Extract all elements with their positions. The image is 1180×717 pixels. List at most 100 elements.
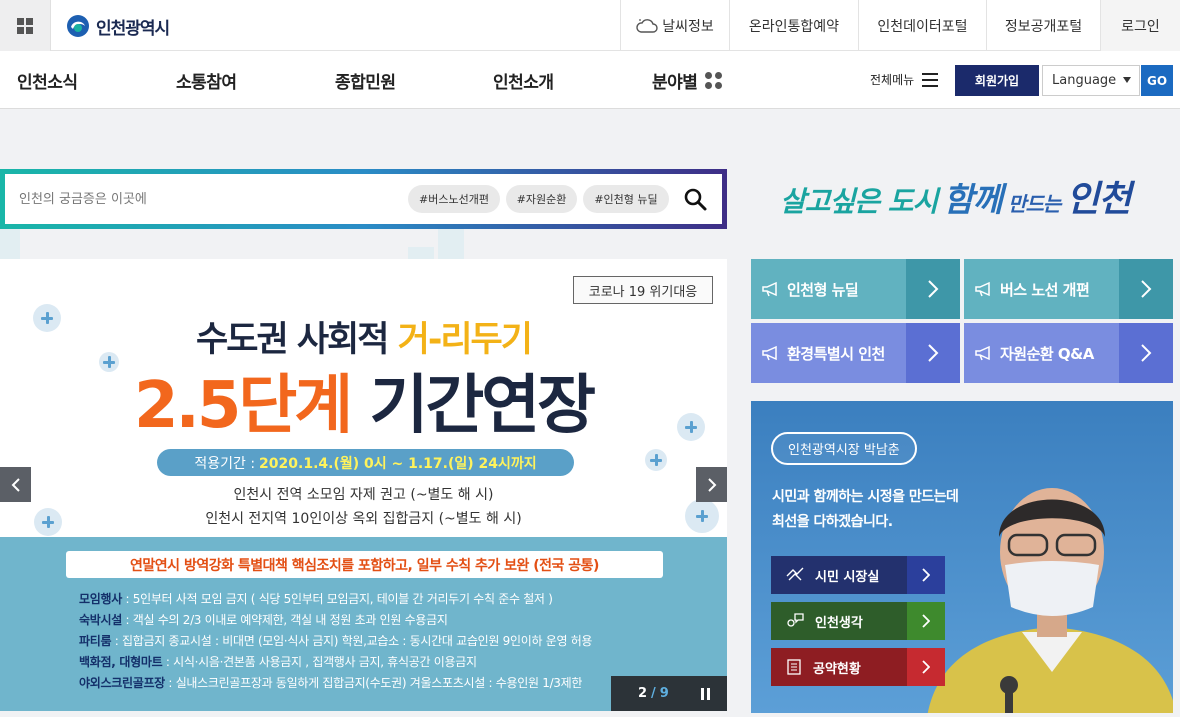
decor-square xyxy=(0,229,20,259)
banner-headline: 연말연시 방역강화 특별대책 핵심조치를 포함하고, 일부 수칙 추가 보완 (… xyxy=(66,551,663,578)
detail-key: 파티룸 xyxy=(79,634,112,648)
period-label: 적용기간 : xyxy=(194,455,256,472)
hamburger-icon xyxy=(922,72,939,87)
gnb-item-about[interactable]: 인천소개 xyxy=(493,51,554,109)
all-menu-label: 전체메뉴 xyxy=(870,73,915,87)
megaphone-icon xyxy=(975,345,990,361)
button-label: 인천생각 xyxy=(771,602,907,640)
megaphone-icon xyxy=(762,281,777,297)
all-menu-button[interactable]: 전체메뉴 xyxy=(870,71,939,88)
city-slogan: 살고싶은 도시 함께 만드는 인천 xyxy=(780,170,1180,230)
button-label: 시민 시장실 xyxy=(771,556,907,594)
incheon-logo-icon xyxy=(67,15,89,37)
detail-text: : 시식·시음·견본품 사용금지 , 집객행사 금지, 휴식공간 이용금지 xyxy=(162,655,477,669)
decor-square xyxy=(408,247,434,259)
decor-square xyxy=(438,229,464,259)
reservation-link[interactable]: 온라인통합예약 xyxy=(729,0,858,51)
corona-response-tag: 코로나 19 위기대응 xyxy=(573,276,713,304)
document-list-icon xyxy=(787,659,801,675)
banner-title-line2: 2.5단계 기간연장 xyxy=(0,354,727,446)
total-slides: 9 xyxy=(659,686,669,701)
detail-key: 모임행사 xyxy=(79,592,122,606)
slogan-part-3: 만드는 xyxy=(1008,192,1061,216)
info-portal-link[interactable]: 정보공개포털 xyxy=(986,0,1100,51)
search-tag-bus[interactable]: #버스노선개편 xyxy=(408,185,500,213)
pause-icon[interactable] xyxy=(700,687,713,700)
language-go-button[interactable]: GO xyxy=(1141,65,1173,96)
quick-link-text: 자원순환 Q&A xyxy=(1000,344,1094,363)
search-box: #버스노선개편 #자원순환 #인천형 뉴딜 xyxy=(5,174,722,224)
search-tag-recycle[interactable]: #자원순환 xyxy=(506,185,577,213)
banner-detail-line: 숙박시설 : 객실 수의 2/3 이내로 예약제한, 객실 내 정원 초과 인원… xyxy=(79,611,448,628)
banner-next-button[interactable] xyxy=(696,467,727,502)
citizen-mayor-office-button[interactable]: 시민 시장실 xyxy=(771,556,945,594)
slogan-part-4: 인천 xyxy=(1066,178,1131,220)
quick-link-text: 버스 노선 개편 xyxy=(1000,280,1090,299)
weather-cloud-icon xyxy=(636,18,658,33)
join-button[interactable]: 회원가입 xyxy=(955,65,1039,96)
gnb-item-participation[interactable]: 소통참여 xyxy=(176,51,237,109)
quick-link-newdeal[interactable]: 인천형 뉴딜 xyxy=(751,259,960,319)
slide-counter: 2 / 9 xyxy=(611,676,727,711)
quick-link-label: 버스 노선 개편 xyxy=(964,259,1119,319)
chevron-right-icon xyxy=(1119,323,1173,383)
login-link[interactable]: 로그인 xyxy=(1100,0,1180,51)
gnb-item-news[interactable]: 인천소식 xyxy=(17,51,78,109)
chevron-right-icon xyxy=(906,259,960,319)
gnb-item-category[interactable]: 분야별 xyxy=(652,51,723,109)
site-grid-button[interactable] xyxy=(0,0,51,51)
slide-separator: / xyxy=(651,686,656,701)
data-portal-link[interactable]: 인천데이터포털 xyxy=(858,0,986,51)
gnb-category-label: 분야별 xyxy=(652,72,698,93)
quick-link-text: 환경특별시 인천 xyxy=(787,344,885,363)
main-navigation: 인천소식 소통참여 종합민원 인천소개 분야별 전체메뉴 회원가입 Langua… xyxy=(0,51,1180,109)
mayor-message-line1: 시민과 함께하는 시정을 만드는데 xyxy=(772,489,959,505)
chevron-right-icon xyxy=(907,648,945,686)
pledge-status-button[interactable]: 공약현황 xyxy=(771,648,945,686)
dropdown-arrow-icon xyxy=(1123,77,1131,83)
slogan-part-2: 함께 xyxy=(943,180,1003,219)
speech-person-icon xyxy=(787,613,804,627)
banner-rule-2: 인천시 전지역 10인이상 옥외 집합금지 (~별도 해 시) xyxy=(205,511,522,527)
current-slide: 2 xyxy=(638,686,648,701)
chevron-right-icon xyxy=(907,556,945,594)
quick-link-bus-route[interactable]: 버스 노선 개편 xyxy=(964,259,1173,319)
mayor-portrait-image xyxy=(927,488,1173,713)
quick-link-label: 환경특별시 인천 xyxy=(751,323,906,383)
banner-detail-line: 모임행사 : 5인부터 사적 모임 금지 ( 식당 5인부터 모임금지, 테이블… xyxy=(79,590,553,607)
detail-key: 야외스크린골프장 xyxy=(79,676,165,690)
button-label: 공약현황 xyxy=(771,648,907,686)
logo-text: 인천광역시 xyxy=(96,18,170,39)
top-bar: 인천광역시 날씨정보 온라인통합예약 인천데이터포털 정보공개포털 로그인 xyxy=(0,0,1180,51)
mayor-panel: 인천광역시장 박남춘 시민과 함께하는 시정을 만드는데 최선을 다하겠습니다.… xyxy=(751,401,1173,713)
weather-label: 날씨정보 xyxy=(662,18,714,35)
plus-decor-icon xyxy=(645,449,667,471)
gnb-item-civil-service[interactable]: 종합민원 xyxy=(335,51,396,109)
incheon-thoughts-button[interactable]: 인천생각 xyxy=(771,602,945,640)
detail-text: : 집합금지 종교시설 : 비대면 (모임·식사 금지) 학원,교습소 : 동시… xyxy=(111,634,593,648)
language-select[interactable]: Language xyxy=(1042,65,1140,96)
language-label: Language xyxy=(1052,73,1117,88)
mayor-name-badge[interactable]: 인천광역시장 박남춘 xyxy=(771,432,917,465)
weather-link[interactable]: 날씨정보 xyxy=(620,0,729,51)
main-banner-slider[interactable]: 코로나 19 위기대응 수도권 사회적 거-리두기 2.5단계 기간연장 적용기… xyxy=(0,259,727,711)
search-icon[interactable] xyxy=(682,186,708,212)
banner-detail-line: 파티룸 : 집합금지 종교시설 : 비대면 (모임·식사 금지) 학원,교습소 … xyxy=(79,632,592,649)
quick-link-recycle-qa[interactable]: 자원순환 Q&A xyxy=(964,323,1173,383)
quick-link-environment[interactable]: 환경특별시 인천 xyxy=(751,323,960,383)
banner-prev-button[interactable] xyxy=(0,467,31,502)
quick-link-text: 인천형 뉴딜 xyxy=(787,280,859,299)
quick-link-label: 자원순환 Q&A xyxy=(964,323,1119,383)
utility-links: 날씨정보 온라인통합예약 인천데이터포털 정보공개포털 로그인 xyxy=(620,0,1180,51)
button-text: 공약현황 xyxy=(813,661,861,677)
banner-rule-1: 인천시 전역 소모임 자제 권고 (~별도 해 시) xyxy=(233,487,494,503)
search-tag-newdeal[interactable]: #인천형 뉴딜 xyxy=(583,185,669,213)
button-text: 시민 시장실 xyxy=(815,569,880,585)
search-input[interactable] xyxy=(19,188,389,210)
handshake-icon xyxy=(786,567,804,581)
banner-detail-line: 백화점, 대형마트 : 시식·시음·견본품 사용금지 , 집객행사 금지, 휴식… xyxy=(79,653,477,670)
megaphone-icon xyxy=(762,345,777,361)
chevron-right-icon xyxy=(707,477,716,492)
grid-icon xyxy=(17,17,33,34)
site-logo[interactable]: 인천광역시 xyxy=(66,12,170,40)
